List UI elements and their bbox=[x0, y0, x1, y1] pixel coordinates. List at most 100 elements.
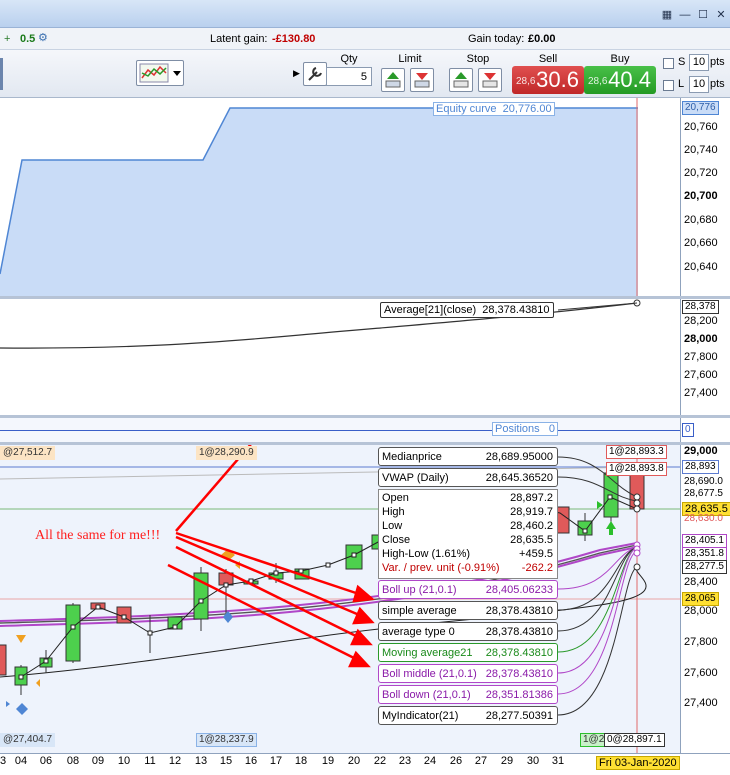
order-tag-red-1: 1@28,893.3 bbox=[606, 445, 667, 459]
date-label: 26 bbox=[449, 755, 463, 767]
toolbar-scroll-arrow[interactable]: ▶ bbox=[293, 68, 300, 79]
vwap-box: VWAP (Daily) 28,645.36520 bbox=[378, 468, 558, 487]
equity-tick: 20,760 bbox=[684, 121, 718, 133]
latent-gain-label: Latent gain: bbox=[210, 33, 268, 45]
spread-prefix: + bbox=[4, 33, 11, 45]
toolbar-edge bbox=[0, 58, 3, 90]
price-tag: 28,893 bbox=[682, 460, 719, 474]
moving-average-box: Moving average21 28,378.43810 bbox=[378, 643, 558, 662]
price-tag: 28,677.5 bbox=[684, 488, 723, 499]
chart-indicator-icon bbox=[139, 63, 181, 83]
order-tag-bottom-right-b: 0@28,897.1 bbox=[604, 733, 665, 747]
equity-curve-chart bbox=[0, 98, 638, 296]
average-tick: 27,600 bbox=[684, 369, 718, 381]
average-tick: 27,400 bbox=[684, 387, 718, 399]
s-points-input[interactable]: 10 bbox=[689, 54, 709, 71]
price-tick: 28,000 bbox=[684, 605, 718, 617]
maximize-button[interactable]: ☐ bbox=[696, 9, 710, 21]
equity-tick: 20,700 bbox=[684, 190, 718, 202]
date-label: 27 bbox=[474, 755, 488, 767]
close-button[interactable]: ✕ bbox=[714, 9, 728, 21]
price-axis: 29,000 28,893 28,690.0 28,677.5 28,635.5… bbox=[680, 445, 730, 753]
price-tick: 28,400 bbox=[684, 576, 718, 588]
candlestick-chart bbox=[0, 445, 680, 753]
order-tag-top-left: @27,512.7 bbox=[0, 446, 56, 460]
price-tick: 29,000 bbox=[684, 445, 718, 457]
date-label: 15 bbox=[219, 755, 233, 767]
limit-label: Limit bbox=[398, 53, 422, 65]
date-label: 17 bbox=[269, 755, 283, 767]
qty-input[interactable] bbox=[326, 67, 372, 86]
date-label: 20 bbox=[347, 755, 361, 767]
l-label: L bbox=[678, 78, 685, 90]
positions-label: Positions 0 bbox=[492, 422, 558, 436]
spread-value: 0.5 bbox=[20, 33, 36, 45]
title-bar: ▦ — ☐ ✕ bbox=[0, 0, 730, 28]
date-label: 09 bbox=[91, 755, 105, 767]
buy-price-prefix: 28,6 bbox=[588, 76, 608, 87]
l-points-input[interactable]: 10 bbox=[689, 76, 709, 93]
gain-today-value: £0.00 bbox=[528, 33, 556, 45]
limit-buy-button[interactable] bbox=[381, 68, 405, 92]
average-axis: 28,378 28,200 28,000 27,800 27,600 27,40… bbox=[680, 299, 730, 415]
positions-zero-line bbox=[0, 430, 680, 431]
average-last-tag: 28,378 bbox=[682, 300, 719, 314]
myindicator-box: MyIndicator(21) 28,277.50391 bbox=[378, 706, 558, 725]
average-label: Average[21](close) 28,378.43810 bbox=[380, 302, 554, 318]
equity-last-tag: 20,776 bbox=[682, 101, 719, 115]
date-label: 10 bbox=[117, 755, 131, 767]
average-tick: 28,000 bbox=[684, 333, 718, 345]
equity-tick: 20,640 bbox=[684, 261, 718, 273]
limit-buy-icon bbox=[385, 72, 401, 88]
price-chart-pane[interactable]: All the same for me!!! @27,512.7 1@28,29… bbox=[0, 445, 680, 753]
price-tag: 28,277.5 bbox=[682, 560, 727, 574]
stop-buy-button[interactable] bbox=[449, 68, 473, 92]
simple-average-box: simple average 28,378.43810 bbox=[378, 601, 558, 620]
l-checkbox[interactable] bbox=[663, 80, 674, 91]
price-tick: 27,600 bbox=[684, 667, 718, 679]
s-checkbox[interactable] bbox=[663, 58, 674, 69]
date-label: 24 bbox=[423, 755, 437, 767]
boll-up-box: Boll up (21,0.1) 28,405.06233 bbox=[378, 580, 558, 599]
s-label: S bbox=[678, 56, 686, 68]
order-tag-bottom-mid: 1@28,237.9 bbox=[196, 733, 257, 747]
order-tag-red-2: 1@28,893.8 bbox=[606, 462, 667, 476]
date-label: 30 bbox=[526, 755, 540, 767]
positions-zero-tag: 0 bbox=[682, 423, 694, 437]
gear-icon[interactable]: ⚙ bbox=[38, 31, 48, 44]
gain-today-label: Gain today: bbox=[468, 33, 525, 45]
price-tag: 28,690.0 bbox=[684, 476, 723, 487]
average-tick: 27,800 bbox=[684, 351, 718, 363]
qty-label: Qty bbox=[340, 53, 358, 65]
date-label: 12 bbox=[168, 755, 182, 767]
order-tag-top-mid: 1@28,290.9 bbox=[196, 446, 257, 460]
average-pane[interactable]: Average[21](close) 28,378.43810 bbox=[0, 299, 680, 415]
median-price-box: Medianprice 28,689.95000 bbox=[378, 447, 558, 466]
minimize-button[interactable]: — bbox=[678, 9, 692, 21]
positions-pane[interactable]: Positions 0 bbox=[0, 418, 680, 442]
buy-price: 40.4 bbox=[608, 67, 651, 92]
price-tick: 27,800 bbox=[684, 636, 718, 648]
sell-button[interactable]: 28,6 30.6 bbox=[512, 66, 584, 94]
date-label: 04 bbox=[14, 755, 28, 767]
order-toolbar: ▶ Qty Limit Stop Sell 28,6 30.6 Buy 28,6… bbox=[0, 50, 730, 98]
equity-tick: 20,740 bbox=[684, 144, 718, 156]
date-label: 18 bbox=[294, 755, 308, 767]
stop-sell-icon bbox=[482, 73, 498, 88]
latent-gain-value: -£130.80 bbox=[272, 33, 316, 45]
price-tag: 28,630.0 bbox=[684, 513, 723, 524]
wrench-icon[interactable] bbox=[303, 62, 327, 86]
sell-price: 30.6 bbox=[536, 67, 579, 92]
date-label: 19 bbox=[321, 755, 335, 767]
indicator-picker-button[interactable] bbox=[136, 60, 184, 86]
average-type-box: average type 0 28,378.43810 bbox=[378, 622, 558, 641]
grid-icon[interactable]: ▦ bbox=[660, 9, 674, 21]
stop-sell-button[interactable] bbox=[478, 68, 502, 92]
equity-axis: 20,776 20,760 20,740 20,720 20,700 20,68… bbox=[680, 98, 730, 296]
limit-sell-button[interactable] bbox=[410, 68, 434, 92]
equity-tick: 20,720 bbox=[684, 167, 718, 179]
date-label: 29 bbox=[500, 755, 514, 767]
buy-button[interactable]: 28,6 40.4 bbox=[584, 66, 656, 94]
equity-tick: 20,660 bbox=[684, 237, 718, 249]
equity-curve-pane[interactable]: Equity curve 20,776.00 bbox=[0, 98, 680, 296]
